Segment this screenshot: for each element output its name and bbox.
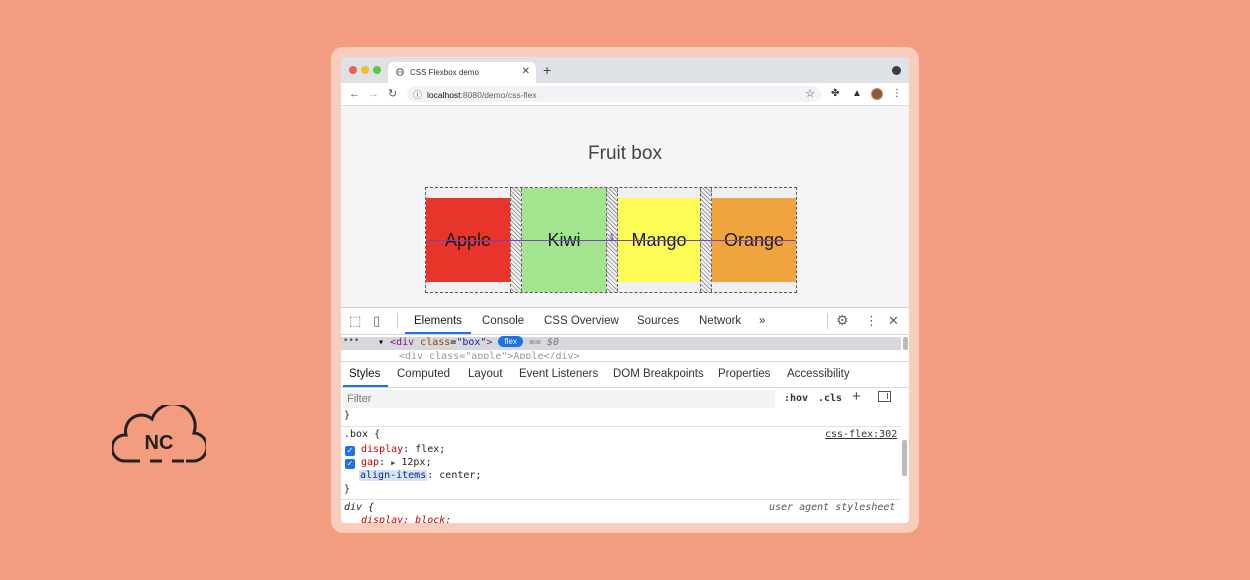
forward-arrow-icon[interactable]: → bbox=[368, 87, 379, 101]
tab-console[interactable]: Console bbox=[482, 315, 524, 327]
dom-node-box[interactable]: ▾ <div class="box"> flex == $0 bbox=[378, 336, 559, 348]
class-toggle[interactable]: .cls bbox=[818, 393, 842, 404]
tab-network[interactable]: Network bbox=[699, 315, 741, 327]
styles-pane-tabs: Styles Computed Layout Event Listeners D… bbox=[341, 361, 909, 388]
gap-declaration[interactable]: gap: ▶ 12px; bbox=[361, 457, 431, 468]
tab-search-icon[interactable] bbox=[892, 66, 901, 75]
page-title: Fruit box bbox=[588, 143, 662, 164]
more-tabs-chevron-icon[interactable]: » bbox=[759, 315, 765, 327]
flask-icon[interactable]: ▲ bbox=[852, 88, 862, 100]
ua-display-declaration: display: block; bbox=[361, 515, 452, 523]
styles-scrollbar[interactable] bbox=[902, 440, 907, 476]
tab-sources[interactable]: Sources bbox=[637, 315, 679, 327]
tab-computed[interactable]: Computed bbox=[397, 368, 450, 380]
dom-node-apple[interactable]: <div class="apple">Apple</div> bbox=[399, 351, 580, 359]
styles-filter-input[interactable]: Filter bbox=[343, 390, 775, 408]
bookmark-star-icon[interactable]: ☆ bbox=[805, 87, 815, 100]
toolbar-divider bbox=[827, 313, 828, 329]
devtools-toolbar: ⬚ ▯ Elements Console CSS Overview Source… bbox=[341, 308, 909, 335]
reload-icon[interactable]: ↻ bbox=[388, 87, 397, 101]
close-window-button[interactable] bbox=[349, 66, 357, 74]
page-viewport: Fruit box Apple Kiwi Mango Orange ⇕ bbox=[341, 106, 909, 307]
new-tab-icon[interactable]: + bbox=[543, 62, 551, 78]
profile-avatar-icon[interactable] bbox=[871, 88, 883, 100]
css-rules: } .box { css-flex:302 ✓ display: flex; ✓… bbox=[341, 408, 901, 523]
dom-tree: ••• ▾ <div class="box"> flex == $0 <div … bbox=[341, 335, 909, 361]
tab-accessibility[interactable]: Accessibility bbox=[787, 368, 850, 380]
site-info-icon[interactable]: ⓘ bbox=[413, 88, 422, 101]
globe-icon bbox=[396, 68, 404, 76]
nc-cloud-logo: NC bbox=[110, 402, 209, 467]
close-tab-icon[interactable]: ✕ bbox=[522, 66, 530, 77]
rule-divider bbox=[341, 426, 901, 427]
tab-dom-breakpoints[interactable]: DOM Breakpoints bbox=[613, 368, 704, 380]
gap-checkbox[interactable]: ✓ bbox=[345, 459, 355, 469]
address-bar: ← → ↻ ⓘ localhost:8080/demo/css-flex ☆ ✤… bbox=[341, 83, 909, 106]
tab-elements[interactable]: Elements bbox=[414, 315, 462, 327]
active-tab-indicator bbox=[405, 332, 471, 334]
expand-triangle-icon[interactable]: ▶ bbox=[391, 459, 395, 467]
settings-gear-icon[interactable]: ⚙ bbox=[836, 313, 849, 328]
minimize-window-button[interactable] bbox=[361, 66, 369, 74]
url-field[interactable]: ⓘ localhost:8080/demo/css-flex ☆ bbox=[407, 86, 821, 102]
dom-scrollbar[interactable] bbox=[903, 337, 908, 350]
ua-rule-selector: div { bbox=[344, 502, 375, 513]
devtools-panel: ⬚ ▯ Elements Console CSS Overview Source… bbox=[341, 307, 909, 523]
back-arrow-icon[interactable]: ← bbox=[349, 87, 360, 101]
tab-properties[interactable]: Properties bbox=[718, 368, 770, 380]
fruit-box-container: Apple Kiwi Mango Orange ⇕ bbox=[425, 187, 797, 293]
rule-source-link[interactable]: css-flex:302 bbox=[825, 429, 897, 440]
align-items-declaration[interactable]: align-items: center; bbox=[359, 470, 481, 481]
display-checkbox[interactable]: ✓ bbox=[345, 446, 355, 456]
tab-event-listeners[interactable]: Event Listeners bbox=[519, 368, 598, 380]
hover-state-toggle[interactable]: :hov bbox=[784, 393, 808, 404]
maximize-window-button[interactable] bbox=[373, 66, 381, 74]
tab-layout[interactable]: Layout bbox=[468, 368, 503, 380]
cloud-icon: NC bbox=[110, 402, 209, 463]
tab-bar: CSS Flexbox demo ✕ + bbox=[341, 57, 909, 83]
device-toolbar-icon[interactable]: ▯ bbox=[373, 313, 380, 328]
tab-css-overview[interactable]: CSS Overview bbox=[544, 315, 619, 327]
inspect-element-icon[interactable]: ⬚ bbox=[349, 313, 361, 328]
gap-arrow-icon: ⇕ bbox=[608, 232, 616, 242]
rule-close-brace: } bbox=[344, 410, 351, 421]
toggle-sidebar-icon[interactable] bbox=[878, 391, 891, 402]
url-text: localhost:8080/demo/css-flex bbox=[427, 89, 537, 100]
svg-text:NC: NC bbox=[145, 432, 174, 454]
browser-window: CSS Flexbox demo ✕ + ← → ↻ ⓘ localhost:8… bbox=[341, 57, 909, 523]
tab-styles[interactable]: Styles bbox=[349, 368, 380, 380]
devtools-menu-icon[interactable]: ⋮ bbox=[865, 313, 878, 328]
flex-badge[interactable]: flex bbox=[498, 336, 523, 347]
browser-menu-icon[interactable]: ⋮ bbox=[892, 88, 902, 100]
new-style-rule-icon[interactable]: + bbox=[852, 388, 861, 405]
node-actions-dots[interactable]: ••• bbox=[343, 336, 359, 346]
toolbar-divider bbox=[397, 313, 398, 329]
user-agent-stylesheet-label: user agent stylesheet bbox=[769, 502, 896, 513]
rule-selector-box[interactable]: .box { bbox=[344, 429, 380, 440]
close-devtools-icon[interactable]: ✕ bbox=[888, 313, 899, 328]
rule-divider bbox=[341, 499, 901, 500]
extensions-puzzle-icon[interactable]: ✤ bbox=[831, 88, 839, 100]
display-declaration[interactable]: display: flex; bbox=[361, 444, 445, 455]
browser-tab[interactable]: CSS Flexbox demo ✕ bbox=[388, 62, 536, 83]
tab-title: CSS Flexbox demo bbox=[410, 68, 479, 77]
rule-close-brace: } bbox=[344, 484, 351, 495]
active-styles-tab-indicator bbox=[343, 385, 388, 387]
